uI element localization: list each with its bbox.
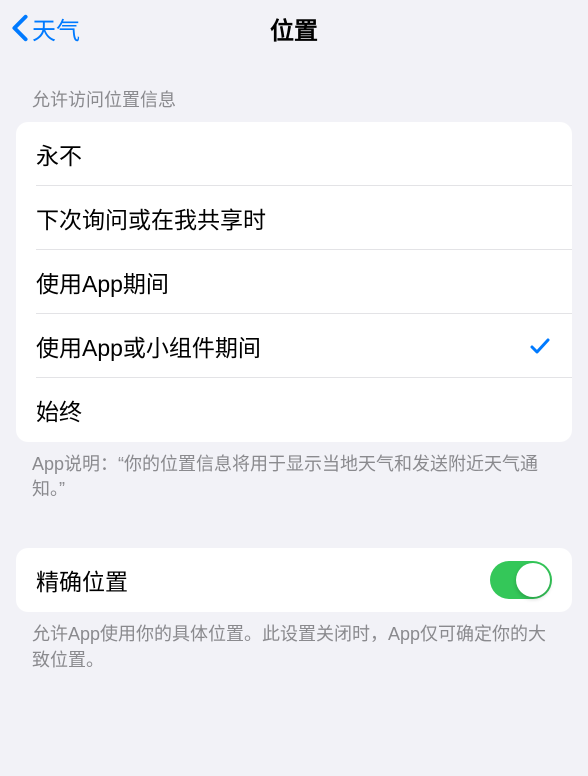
location-option[interactable]: 使用App或小组件期间 bbox=[16, 314, 572, 378]
option-label: 下次询问或在我共享时 bbox=[36, 201, 266, 235]
option-label: 使用App或小组件期间 bbox=[36, 329, 261, 363]
precise-location-toggle[interactable] bbox=[490, 561, 552, 599]
precise-location-group: 精确位置 bbox=[16, 548, 572, 612]
back-button[interactable]: 天气 bbox=[10, 11, 80, 46]
section-footer-precise-explanation: 允许App使用你的具体位置。此设置关闭时，App仅可确定你的大致位置。 bbox=[0, 612, 588, 672]
location-option[interactable]: 永不 bbox=[16, 122, 572, 186]
option-label: 使用App期间 bbox=[36, 265, 169, 299]
section-header-location-access: 允许访问位置信息 bbox=[0, 86, 588, 122]
location-option[interactable]: 下次询问或在我共享时 bbox=[16, 186, 572, 250]
navigation-bar: 天气 位置 bbox=[0, 0, 588, 56]
location-access-options: 永不下次询问或在我共享时使用App期间使用App或小组件期间始终 bbox=[16, 122, 572, 442]
location-option[interactable]: 始终 bbox=[16, 378, 572, 442]
section-footer-app-explanation: App说明：“你的位置信息将用于显示当地天气和发送附近天气通知。” bbox=[0, 442, 588, 502]
page-title: 位置 bbox=[270, 11, 318, 46]
option-label: 永不 bbox=[36, 137, 82, 171]
precise-location-label: 精确位置 bbox=[36, 563, 128, 597]
location-option[interactable]: 使用App期间 bbox=[16, 250, 572, 314]
checkmark-icon bbox=[528, 334, 552, 358]
precise-location-row[interactable]: 精确位置 bbox=[16, 548, 572, 612]
option-label: 始终 bbox=[36, 393, 82, 427]
back-label: 天气 bbox=[32, 11, 80, 46]
toggle-knob bbox=[516, 563, 550, 597]
chevron-left-icon bbox=[10, 14, 30, 42]
